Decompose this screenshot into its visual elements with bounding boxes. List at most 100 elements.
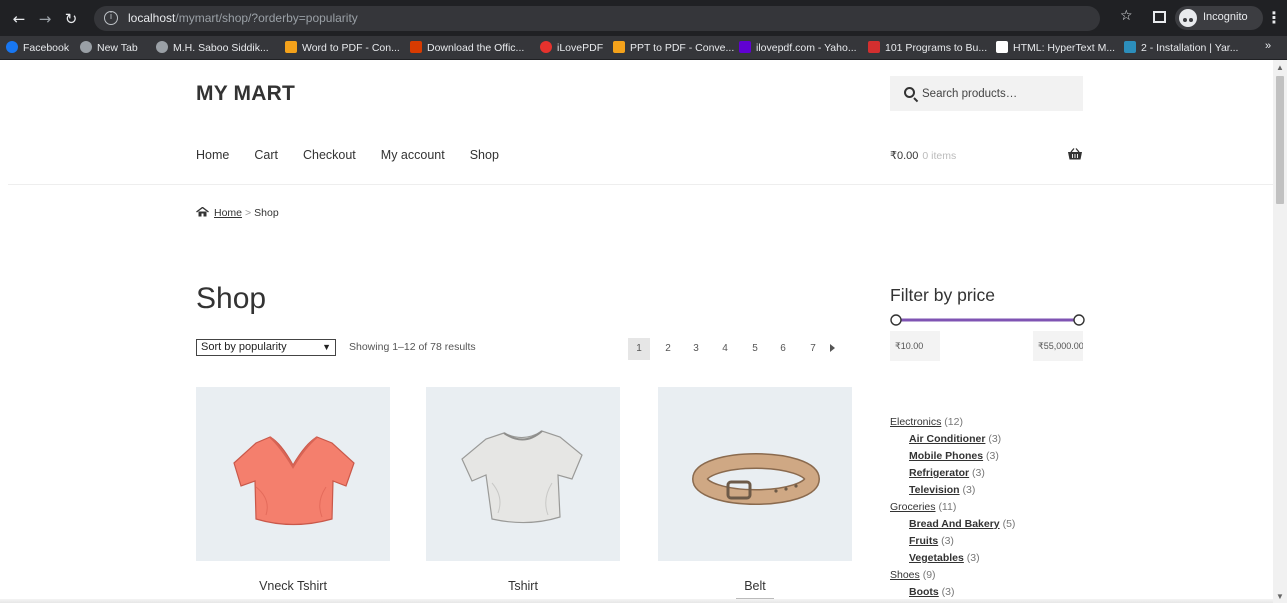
category-count: (9)	[922, 569, 936, 581]
category-name[interactable]: Bread And Bakery	[909, 518, 1000, 530]
price-range-slider[interactable]	[890, 313, 1086, 327]
tshirt-image[interactable]	[426, 387, 620, 561]
category-count: (3)	[986, 450, 999, 462]
category-television[interactable]: Television (3)	[890, 482, 1015, 499]
category-name[interactable]: Television	[909, 484, 960, 496]
category-name[interactable]: Groceries	[890, 501, 936, 513]
page-scrollbar[interactable]: ▲ ▼	[1273, 60, 1287, 603]
scroll-up-icon[interactable]: ▲	[1276, 63, 1284, 72]
url-path: /mymart/shop/?orderby=popularity	[175, 11, 358, 25]
category-name[interactable]: Refrigerator	[909, 467, 969, 479]
page-6[interactable]: 6	[772, 338, 794, 360]
category-name[interactable]: Boots	[909, 586, 939, 598]
orderby-selected: Sort by popularity	[201, 341, 287, 353]
info-icon[interactable]: i	[104, 11, 118, 25]
category-name[interactable]: Fruits	[909, 535, 938, 547]
bookmark-download-office[interactable]: Download the Offic...	[410, 40, 524, 56]
bookmark-ppt-to-pdf[interactable]: PPT to PDF - Conve...	[613, 40, 734, 56]
menu-kebab-icon[interactable]: ⋮	[1266, 8, 1282, 27]
bookmark-ilovepdf[interactable]: iLovePDF	[540, 40, 603, 56]
vneck-tshirt-icon	[233, 436, 355, 526]
bookmark-label: Word to PDF - Con...	[302, 42, 400, 54]
page-3[interactable]: 3	[685, 338, 707, 360]
category-electronics[interactable]: Electronics (12)	[890, 414, 1015, 431]
product-name[interactable]: Vneck Tshirt	[196, 579, 390, 593]
globe-icon	[156, 41, 168, 53]
next-page-icon[interactable]	[830, 344, 835, 352]
product-search[interactable]	[890, 76, 1083, 111]
product-card[interactable]: Tshirt	[426, 387, 620, 593]
nav-cart[interactable]: Cart	[254, 148, 278, 162]
forward-arrow-icon[interactable]: →	[34, 8, 56, 30]
incognito-badge[interactable]: Incognito	[1175, 6, 1263, 30]
orderby-select[interactable]: Sort by popularity ▼	[196, 339, 336, 356]
category-bread-and-bakery[interactable]: Bread And Bakery (5)	[890, 516, 1015, 533]
product-card[interactable]: Vneck Tshirt	[196, 387, 390, 593]
page-5[interactable]: 5	[744, 338, 766, 360]
bookmark-facebook[interactable]: Facebook	[6, 40, 69, 56]
tshirt-icon	[461, 430, 583, 524]
nav-home[interactable]: Home	[196, 148, 229, 162]
cart-total: ₹0.00	[890, 150, 919, 162]
bottom-edge	[0, 599, 1273, 603]
category-refrigerator[interactable]: Refrigerator (3)	[890, 465, 1015, 482]
nav-shop[interactable]: Shop	[470, 148, 499, 162]
bookmark-html-mdn[interactable]: HTML: HyperText M...	[996, 40, 1115, 56]
url-text[interactable]: localhost/mymart/shop/?orderby=popularit…	[128, 11, 358, 25]
category-air-conditioner[interactable]: Air Conditioner (3)	[890, 431, 1015, 448]
vneck-tshirt-image[interactable]	[196, 387, 390, 561]
side-panel-icon[interactable]	[1153, 11, 1166, 23]
product-name[interactable]: Tshirt	[426, 579, 620, 593]
bookmark-new-tab[interactable]: New Tab	[80, 40, 138, 56]
category-name[interactable]: Shoes	[890, 569, 920, 581]
bookmark-label: HTML: HyperText M...	[1013, 42, 1116, 54]
category-name[interactable]: Electronics	[890, 416, 941, 428]
belt-image[interactable]	[658, 387, 852, 561]
slider-max-handle[interactable]	[1073, 314, 1085, 326]
back-arrow-icon[interactable]: ←	[8, 8, 30, 30]
category-groceries[interactable]: Groceries (11)	[890, 499, 1015, 516]
scroll-down-icon[interactable]: ▼	[1276, 592, 1284, 601]
bookmark-star-icon[interactable]: ☆	[1120, 8, 1133, 24]
bookmark-saboo-siddik[interactable]: M.H. Saboo Siddik...	[156, 40, 269, 56]
address-bar[interactable]: i localhost/mymart/shop/?orderby=popular…	[94, 6, 1100, 31]
max-price-field[interactable]: ₹55,000.00	[1033, 331, 1083, 361]
page-2[interactable]: 2	[657, 338, 679, 360]
slider-min-handle[interactable]	[890, 314, 902, 326]
incognito-icon	[1179, 9, 1197, 27]
reload-icon[interactable]: ↻	[60, 8, 82, 30]
site-title[interactable]: MY MART	[196, 82, 295, 106]
page-7[interactable]: 7	[802, 338, 824, 360]
category-fruits[interactable]: Fruits (3)	[890, 533, 1015, 550]
nav-checkout[interactable]: Checkout	[303, 148, 356, 162]
site-icon	[868, 41, 880, 53]
product-name[interactable]: Belt	[658, 579, 852, 593]
more-bookmarks-icon[interactable]: »	[1265, 40, 1271, 52]
bookmark-label: M.H. Saboo Siddik...	[173, 42, 269, 54]
bookmark-word-to-pdf[interactable]: Word to PDF - Con...	[285, 40, 400, 56]
product-card[interactable]: Belt	[658, 387, 852, 603]
basket-icon[interactable]	[1068, 148, 1082, 160]
page-4[interactable]: 4	[714, 338, 736, 360]
bookmark-ilovepdf-yahoo[interactable]: ilovepdf.com - Yaho...	[739, 40, 857, 56]
category-shoes[interactable]: Shoes (9)	[890, 567, 1015, 584]
category-vegetables[interactable]: Vegetables (3)	[890, 550, 1015, 567]
search-input[interactable]	[922, 85, 1072, 103]
breadcrumb-home-link[interactable]: Home	[214, 207, 242, 219]
bookmark-yarn-installation[interactable]: 2 - Installation | Yar...	[1124, 40, 1238, 56]
belt-icon	[692, 453, 820, 505]
bookmark-label: Facebook	[23, 42, 70, 54]
min-price-field[interactable]: ₹10.00	[890, 331, 940, 361]
category-mobile-phones[interactable]: Mobile Phones (3)	[890, 448, 1015, 465]
smallpdf-icon	[285, 41, 297, 53]
mdn-icon	[996, 41, 1008, 53]
nav-my-account[interactable]: My account	[381, 148, 445, 162]
category-name[interactable]: Vegetables	[909, 552, 964, 564]
header-cart[interactable]: ₹0.00 0 items	[890, 149, 956, 162]
category-count: (3)	[972, 467, 985, 479]
category-name[interactable]: Air Conditioner	[909, 433, 985, 445]
bookmark-101-programs[interactable]: 101 Programs to Bu...	[868, 40, 987, 56]
category-name[interactable]: Mobile Phones	[909, 450, 983, 462]
yarn-icon	[1124, 41, 1136, 53]
scrollbar-thumb[interactable]	[1276, 76, 1284, 204]
